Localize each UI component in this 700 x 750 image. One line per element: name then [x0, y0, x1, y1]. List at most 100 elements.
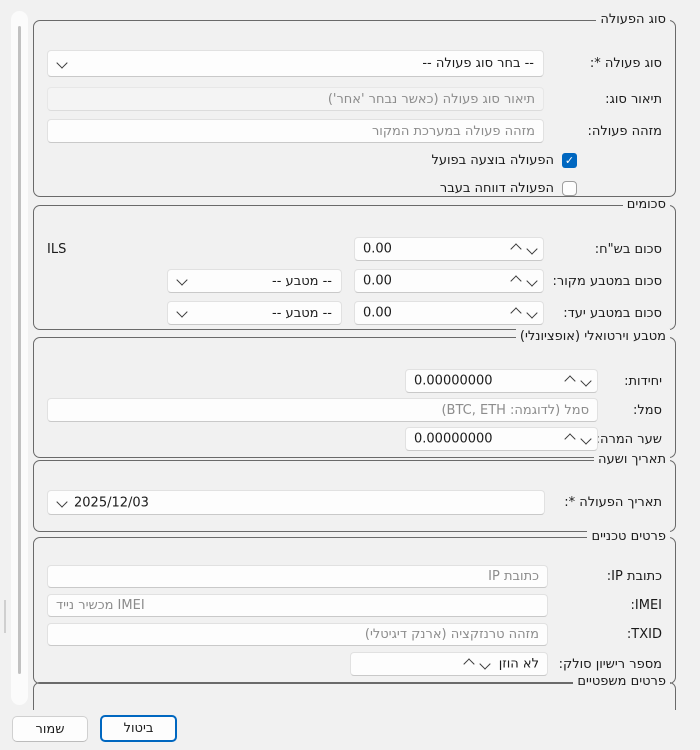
- chevron-down-icon[interactable]: [479, 658, 490, 669]
- acquirer-license-spinbox[interactable]: לא הוזן: [350, 652, 548, 676]
- amount-ils-spinbox[interactable]: 0.00: [354, 237, 544, 261]
- spin-arrows: [566, 435, 590, 443]
- reported-checkbox-label: הפעולה דווחה בעבר: [440, 181, 554, 196]
- group-virtual-currency: מטבע וירטואלי (אופציונלי) יחידות: 0.0000…: [33, 337, 676, 458]
- save-button[interactable]: שמור: [12, 716, 88, 742]
- executed-checkbox[interactable]: ✓: [562, 153, 577, 168]
- executed-checkbox-label: הפעולה בוצעה בפועל: [431, 153, 554, 168]
- target-currency-select[interactable]: -- מטבע --: [167, 301, 342, 325]
- row-symbol: סמל:: [47, 398, 662, 422]
- acquirer-license-label: מספר רישיון סולק:: [548, 657, 662, 672]
- chevron-down-icon: [56, 57, 67, 68]
- symbol-label: סמל:: [598, 403, 662, 418]
- group-technical: פרטים טכניים כתובת IP: IMEI: TXID: מספר …: [33, 537, 676, 684]
- group-virtual-currency-title: מטבע וירטואלי (אופציונלי): [516, 329, 670, 345]
- operation-id-label: מזהה פעולה:: [544, 124, 662, 139]
- row-operation-date: תאריך הפעולה *: 2025/12/03: [47, 490, 662, 515]
- chevron-down-icon[interactable]: [580, 375, 591, 386]
- ip-address-input[interactable]: [47, 565, 548, 588]
- imei-label: IMEI:: [548, 598, 662, 613]
- row-imei: IMEI:: [47, 594, 662, 617]
- group-legal: פרטים משפטיים: [33, 682, 676, 710]
- type-description-input[interactable]: [47, 87, 544, 111]
- chevron-down-icon[interactable]: [526, 307, 537, 318]
- source-currency-select[interactable]: -- מטבע --: [167, 269, 342, 293]
- spin-arrows: [512, 309, 536, 317]
- amount-target-spinbox[interactable]: 0.00: [354, 301, 544, 325]
- row-operation-id: מזהה פעולה:: [47, 119, 662, 143]
- row-acquirer-license: מספר רישיון סולק: לא הוזן: [47, 652, 662, 676]
- group-technical-title: פרטים טכניים: [587, 529, 670, 545]
- spin-arrows: [465, 660, 489, 668]
- exchange-rate-spinbox[interactable]: 0.00000000: [405, 427, 598, 451]
- operation-id-input[interactable]: [47, 119, 544, 143]
- chevron-down-icon[interactable]: [56, 496, 67, 507]
- operation-type-select[interactable]: -- בחר סוג פעולה --: [47, 50, 544, 77]
- group-operation-type-title: סוג הפעולה: [596, 12, 670, 28]
- dialog-report-operation: { "groups": { "operation_type": { "title…: [0, 0, 700, 750]
- row-operation-type: סוג פעולה *: -- בחר סוג פעולה --: [47, 50, 662, 77]
- reported-checkbox[interactable]: [562, 181, 577, 196]
- operation-date-picker[interactable]: 2025/12/03: [47, 490, 545, 515]
- units-value: 0.00000000: [414, 374, 493, 389]
- source-currency-selected-value: -- מטבע --: [272, 274, 332, 289]
- amount-ils-value: 0.00: [363, 242, 392, 257]
- row-type-description: תיאור סוג:: [47, 87, 662, 111]
- group-datetime: תאריך ושעה תאריך הפעולה *: 2025/12/03: [33, 460, 676, 532]
- chevron-down-icon: [176, 274, 187, 285]
- cancel-button[interactable]: ביטול: [100, 715, 177, 742]
- row-txid: TXID:: [47, 623, 662, 646]
- checkmark-icon: ✓: [565, 155, 574, 166]
- chevron-up-icon[interactable]: [463, 658, 474, 669]
- operation-type-label: סוג פעולה *:: [544, 56, 662, 71]
- exchange-rate-label: שער המרה:: [598, 432, 662, 447]
- target-currency-selected-value: -- מטבע --: [272, 306, 332, 321]
- spin-arrows: [512, 245, 536, 253]
- ils-unit-label: ILS: [47, 242, 66, 257]
- amount-source-label: סכום במטבע מקור:: [544, 274, 662, 289]
- group-amounts: סכומים סכום בש"ח: 0.00 ILS סכום במטבע מק…: [33, 205, 676, 330]
- reported-checkbox-row: הפעולה דווחה בעבר: [47, 179, 577, 197]
- form-content: סוג הפעולה סוג פעולה *: -- בחר סוג פעולה…: [33, 0, 676, 710]
- amount-source-spinbox[interactable]: 0.00: [354, 269, 544, 293]
- symbol-input[interactable]: [47, 398, 598, 422]
- chevron-up-icon[interactable]: [510, 243, 521, 254]
- amount-target-label: סכום במטבע יעד:: [544, 306, 662, 321]
- row-units: יחידות: 0.00000000: [47, 369, 662, 393]
- type-description-label: תיאור סוג:: [544, 92, 662, 107]
- operation-type-selected-value: -- בחר סוג פעולה --: [422, 56, 534, 71]
- chevron-up-icon[interactable]: [564, 375, 575, 386]
- txid-input[interactable]: [47, 623, 548, 646]
- amount-ils-label: סכום בש"ח:: [544, 242, 662, 257]
- chevron-up-icon[interactable]: [510, 307, 521, 318]
- units-label: יחידות:: [598, 374, 662, 389]
- scroll-viewport: סוג הפעולה סוג פעולה *: -- בחר סוג פעולה…: [0, 0, 700, 710]
- chevron-down-icon: [176, 306, 187, 317]
- units-spinbox[interactable]: 0.00000000: [405, 369, 598, 393]
- group-legal-title: פרטים משפטיים: [573, 674, 670, 690]
- chevron-down-icon[interactable]: [580, 433, 591, 444]
- chevron-down-icon[interactable]: [526, 275, 537, 286]
- spin-arrows: [512, 277, 536, 285]
- imei-input[interactable]: [47, 594, 548, 617]
- txid-label: TXID:: [548, 627, 662, 642]
- chevron-down-icon[interactable]: [526, 243, 537, 254]
- row-amount-ils: סכום בש"ח: 0.00 ILS: [47, 237, 662, 261]
- row-ip-address: כתובת IP:: [47, 565, 662, 588]
- group-amounts-title: סכומים: [623, 197, 670, 213]
- amount-source-value: 0.00: [363, 274, 392, 289]
- exchange-rate-value: 0.00000000: [414, 432, 493, 447]
- amount-target-value: 0.00: [363, 306, 392, 321]
- operation-date-value: 2025/12/03: [74, 495, 149, 510]
- row-exchange-rate: שער המרה: 0.00000000: [47, 427, 662, 451]
- acquirer-license-value: לא הוזן: [499, 657, 539, 672]
- executed-checkbox-row: ✓ הפעולה בוצעה בפועל: [47, 151, 577, 169]
- chevron-up-icon[interactable]: [564, 433, 575, 444]
- chevron-up-icon[interactable]: [510, 275, 521, 286]
- group-operation-type: סוג הפעולה סוג פעולה *: -- בחר סוג פעולה…: [33, 20, 676, 197]
- operation-date-label: תאריך הפעולה *:: [545, 495, 662, 510]
- group-datetime-title: תאריך ושעה: [594, 452, 670, 468]
- row-amount-target: סכום במטבע יעד: 0.00 -- מטבע --: [47, 301, 662, 325]
- ip-address-label: כתובת IP:: [548, 569, 662, 584]
- row-amount-source: סכום במטבע מקור: 0.00 -- מטבע --: [47, 269, 662, 293]
